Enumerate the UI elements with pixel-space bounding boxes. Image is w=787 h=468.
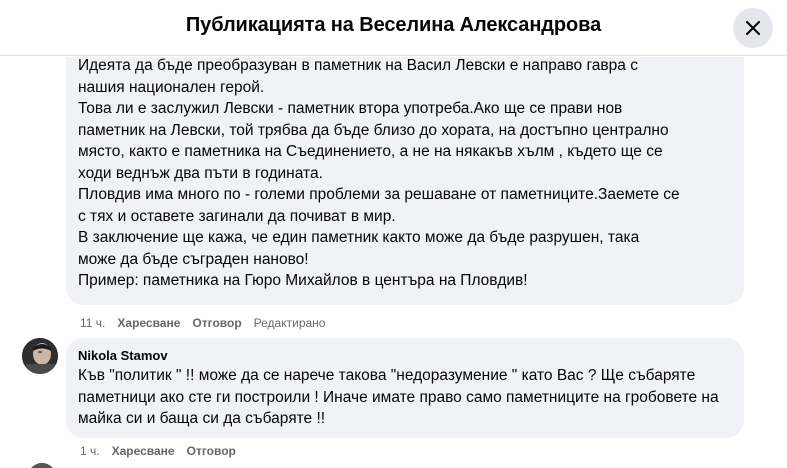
avatar[interactable]: [28, 463, 56, 468]
comment-bubble: Nikola Stamov Къв "политик " !! може да …: [66, 338, 744, 438]
comment-actions: 11 ч. Харесване Отговор Редактирано: [80, 315, 325, 331]
comment-time[interactable]: 1 ч.: [80, 444, 100, 458]
close-icon: [746, 21, 760, 35]
like-button[interactable]: Харесване: [117, 316, 180, 330]
comment-text: Къв "политик " !! може да се нарече тако…: [78, 367, 719, 427]
comment-author[interactable]: Nikola Stamov: [78, 348, 168, 363]
comment-bubble: Идеята да бъде преобразуван в паметник н…: [66, 57, 744, 305]
comment-time[interactable]: 11 ч.: [80, 316, 105, 330]
close-button[interactable]: [733, 8, 773, 48]
dialog-title: Публикацията на Веселина Александрова: [185, 14, 602, 36]
dialog-header: Публикацията на Веселина Александрова: [0, 0, 787, 56]
comment-actions: 1 ч. Харесване Отговор: [80, 443, 236, 459]
edited-label[interactable]: Редактирано: [254, 316, 326, 330]
reply-button[interactable]: Отговор: [192, 316, 241, 330]
avatar-image: [28, 463, 56, 468]
avatar[interactable]: [22, 338, 58, 374]
like-button[interactable]: Харесване: [112, 444, 175, 458]
scrollbar[interactable]: [781, 57, 787, 468]
reply-button[interactable]: Отговор: [187, 444, 236, 458]
avatar-image: [22, 338, 58, 374]
comment-text: Идеята да бъде преобразуван в паметник н…: [78, 57, 680, 289]
comments-list[interactable]: Идеята да бъде преобразуван в паметник н…: [0, 57, 787, 468]
